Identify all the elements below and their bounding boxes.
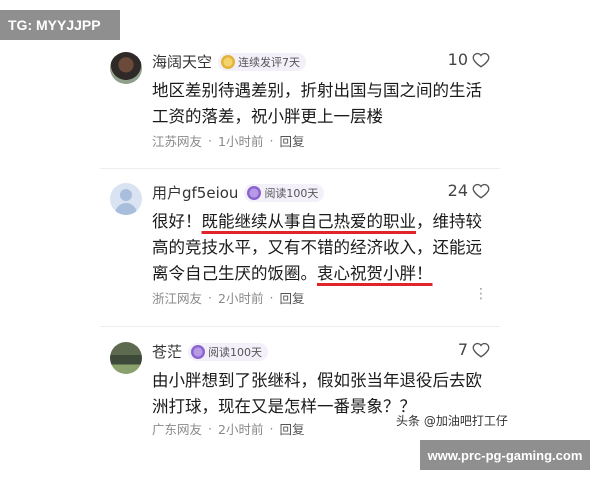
- badge-icon: [221, 54, 236, 69]
- timestamp: 2小时前: [218, 422, 264, 437]
- avatar[interactable]: [110, 183, 142, 215]
- location: 浙江网友: [152, 291, 203, 306]
- timestamp: 2小时前: [218, 291, 264, 306]
- timestamp: 1小时前: [218, 134, 264, 149]
- site-watermark: www.prc-pg-gaming.com: [420, 440, 590, 470]
- tag-banner: TG: MYYJJPP: [0, 10, 120, 40]
- comment-text: 很好！既能继续从事自己热爱的职业，维持较高的竞技水平，又有不错的经济收入，还能远…: [152, 209, 492, 287]
- heart-icon: [472, 342, 490, 358]
- username[interactable]: 海阔天空: [152, 51, 212, 72]
- meta-dot: ·: [269, 290, 274, 305]
- like-button[interactable]: 10: [448, 50, 490, 69]
- comment-meta: 江苏网友 · 1小时前 · 回复: [152, 131, 304, 150]
- username[interactable]: 用户gf5eiou: [152, 182, 238, 203]
- location: 江苏网友: [152, 134, 203, 149]
- like-count: 24: [447, 181, 468, 200]
- like-count: 7: [457, 340, 468, 359]
- username[interactable]: 苍茫: [152, 341, 182, 362]
- heart-icon: [472, 183, 490, 199]
- meta-dot: ·: [208, 421, 212, 436]
- author-watermark: 头条 @加油吧打工仔: [396, 414, 508, 428]
- badge-label: 连续发评7天: [238, 55, 301, 69]
- avatar[interactable]: [110, 342, 142, 374]
- badge-label: 阅读100天: [208, 345, 263, 359]
- like-count: 10: [447, 50, 468, 69]
- avatar[interactable]: [110, 52, 142, 84]
- comment-header: 海阔天空 连续发评7天: [152, 51, 307, 72]
- comment-text: 地区差别待遇差别，折射出国与国之间的生活工资的落差，祝小胖更上一层楼: [152, 81, 482, 126]
- reply-button[interactable]: 回复: [279, 131, 304, 150]
- divider: [100, 168, 500, 169]
- user-badge: 阅读100天: [188, 342, 269, 361]
- comment-meta: 浙江网友 · 2小时前 · 回复: [152, 288, 304, 307]
- badge-label: 阅读100天: [264, 186, 319, 200]
- location: 广东网友: [152, 422, 203, 437]
- badge-icon: [191, 344, 206, 359]
- meta-dot: ·: [269, 133, 274, 148]
- like-button[interactable]: 24: [448, 181, 490, 200]
- like-button[interactable]: 7: [458, 340, 490, 359]
- comment-header: 苍茫 阅读100天: [152, 341, 269, 362]
- highlighted-text: 既能继续从事自己热爱的职业: [201, 212, 417, 231]
- more-options-icon[interactable]: ⋮: [474, 286, 488, 302]
- heart-icon: [472, 52, 490, 68]
- meta-dot: ·: [208, 290, 212, 305]
- meta-dot: ·: [269, 421, 274, 436]
- text-segment: 很好！: [152, 212, 202, 231]
- comment-header: 用户gf5eiou 阅读100天: [152, 182, 325, 203]
- user-badge: 连续发评7天: [218, 52, 307, 71]
- user-badge: 阅读100天: [244, 183, 325, 202]
- reply-button[interactable]: 回复: [279, 288, 304, 307]
- highlighted-text: 衷心祝贺小胖！: [317, 264, 433, 283]
- divider: [100, 326, 500, 327]
- comment-meta: 广东网友 · 2小时前 · 回复: [152, 419, 304, 438]
- meta-dot: ·: [208, 133, 212, 148]
- badge-icon: [247, 185, 262, 200]
- reply-button[interactable]: 回复: [279, 419, 304, 438]
